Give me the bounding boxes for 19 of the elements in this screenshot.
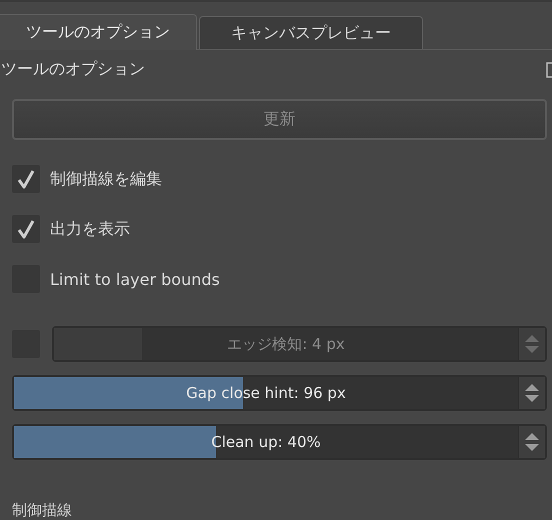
slider-label: Clean up: 40% (211, 433, 321, 451)
tab[interactable]: ツールのオプション (0, 14, 197, 50)
checkmark-icon (17, 219, 35, 239)
checkbox-label: Limit to layer bounds (50, 270, 220, 288)
checkmark-icon (17, 169, 35, 189)
slider[interactable]: Clean up: 40% (12, 424, 547, 460)
spin-down-icon[interactable] (525, 395, 539, 402)
checkbox[interactable] (12, 165, 40, 193)
tab[interactable]: キャンバスプレビュー (199, 16, 423, 49)
spin-up-icon[interactable] (525, 384, 539, 391)
checkbox-label: 制御描線を編集 (50, 168, 162, 190)
section-label: 制御描線 (12, 501, 73, 520)
checkbox-label: 出力を表示 (50, 218, 130, 240)
slider-label: エッジ検知: 4 px (227, 334, 345, 354)
float-icon[interactable] (546, 62, 552, 78)
spin-down-icon[interactable] (525, 444, 539, 451)
panel-title: ツールのオプション (0, 59, 145, 80)
spin-up-icon[interactable] (525, 433, 539, 440)
checkbox[interactable] (12, 215, 40, 243)
